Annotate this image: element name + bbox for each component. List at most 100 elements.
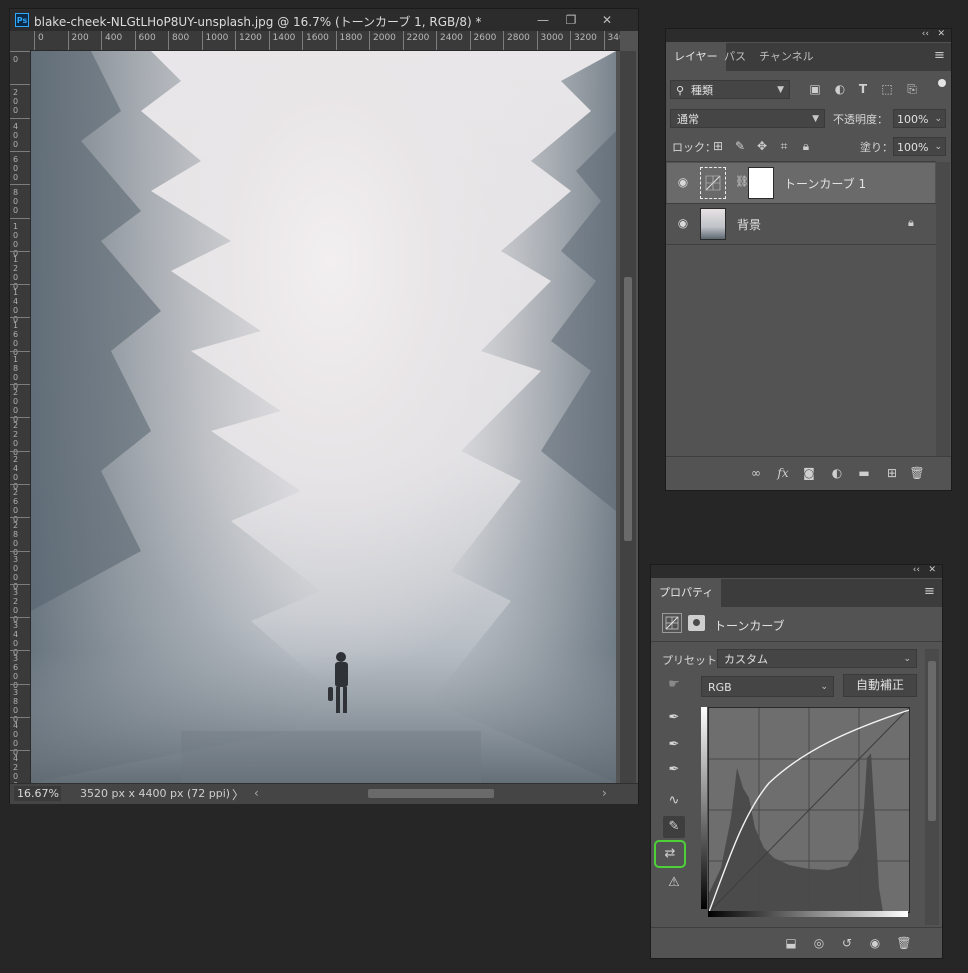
vertical-scrollbar[interactable] xyxy=(620,51,636,783)
status-menu-arrow[interactable]: 〉 xyxy=(232,786,244,803)
layers-panel-topbar[interactable]: ‹‹ ✕ xyxy=(666,29,951,42)
scroll-right-arrow[interactable]: › xyxy=(602,786,607,800)
ruler-corner[interactable] xyxy=(10,31,30,51)
gray-point-eyedropper-icon[interactable]: ✒ xyxy=(663,734,685,756)
pencil-draw-icon[interactable]: ✎ xyxy=(663,816,685,838)
auto-button[interactable]: 自動補正 xyxy=(843,674,917,697)
layer-row-background[interactable]: ◉ 背景 🔒︎ xyxy=(667,204,935,244)
ruler-label: 1800 xyxy=(339,33,363,43)
ruler-tick: 2200 xyxy=(402,31,429,50)
properties-scrollbar[interactable] xyxy=(925,649,939,925)
adjustment-filter-icon[interactable]: ◐ xyxy=(832,81,848,97)
clipping-warning-icon[interactable]: ⚠ xyxy=(663,872,685,894)
chain-link-icon[interactable]: ⛓ xyxy=(735,175,749,188)
ruler-tick: 1600 xyxy=(302,31,329,50)
horizontal-ruler[interactable]: 0 200 400 600 800 1000 1200 1400 1600 1800 2000 220… xyxy=(30,31,620,51)
ruler-label: 400 xyxy=(105,33,123,43)
mask-icon[interactable]: ◙ xyxy=(801,465,817,481)
ruler-tick: 3800 xyxy=(10,683,30,724)
ruler-tick: 2200 xyxy=(10,417,30,457)
shape-filter-icon[interactable]: ⬚ xyxy=(879,81,895,97)
document-titlebar[interactable]: Ps blake-cheek-NLGtLHoP8UY-unsplash.jpg … xyxy=(10,9,638,31)
curves-graph[interactable] xyxy=(708,707,910,913)
lock-all-icon[interactable]: 🔒︎ xyxy=(798,138,814,154)
ruler-label: 800 xyxy=(13,188,19,216)
ruler-tick: 2600 xyxy=(10,483,30,524)
tab-properties[interactable]: プロパティ xyxy=(651,579,722,607)
background-layer-thumbnail xyxy=(700,208,726,240)
blend-mode-select[interactable]: 通常 ▼ xyxy=(670,109,825,128)
smooth-curve-icon[interactable]: ⇄ xyxy=(654,840,686,868)
zoom-level-field[interactable]: 16.67% xyxy=(14,786,61,801)
ruler-tick: 0 xyxy=(10,51,30,85)
properties-footer: ⬓ ◎ ↺ ◉ 🗑︎ xyxy=(651,927,942,958)
layer-name[interactable]: トーンカーブ 1 xyxy=(784,175,866,192)
adjustment-icon[interactable]: ◐ xyxy=(829,465,845,481)
trash-icon[interactable]: 🗑︎ xyxy=(909,465,925,481)
horizontal-scrollbar[interactable]: ‹ › xyxy=(250,784,620,804)
lock-image-icon[interactable]: ✎ xyxy=(732,138,748,154)
tab-paths[interactable]: パス xyxy=(716,43,754,71)
preset-select[interactable]: カスタム ⌄ xyxy=(717,649,917,668)
channel-select[interactable]: RGB ⌄ xyxy=(701,676,834,697)
smartobject-filter-icon[interactable]: ⎘ xyxy=(904,81,920,97)
lock-artboard-icon[interactable]: ⌗ xyxy=(776,138,792,154)
link-icon[interactable]: ∞ xyxy=(748,465,764,481)
mask-icon[interactable] xyxy=(688,615,705,631)
restore-button[interactable]: ❐ xyxy=(560,12,582,28)
filter-toggle[interactable] xyxy=(938,79,946,87)
layers-scrollbar[interactable] xyxy=(936,162,950,456)
fx-icon[interactable]: fx xyxy=(775,465,791,481)
white-point-eyedropper-icon[interactable]: ✒ xyxy=(663,759,685,781)
minimize-button[interactable]: — xyxy=(532,12,554,28)
ruler-tick: 3200 xyxy=(10,583,30,624)
search-icon: ⚲ xyxy=(676,84,685,97)
black-point-eyedropper-icon[interactable]: ✒ xyxy=(663,707,685,729)
vertical-ruler[interactable]: 0 200 400 600 800 1000 1200 1400 1600 1800 2000 220… xyxy=(10,51,31,783)
type-filter-icon[interactable]: T xyxy=(855,81,871,97)
output-gradient-bar xyxy=(701,707,707,909)
ruler-label: 2400 xyxy=(440,33,463,43)
layer-row-curves[interactable]: ◉ ⛓ トーンカーブ 1 xyxy=(667,163,935,203)
scroll-left-arrow[interactable]: ‹ xyxy=(254,786,259,800)
fill-value: 100% xyxy=(897,141,929,154)
image-canvas[interactable] xyxy=(31,51,616,783)
opacity-field[interactable]: 100% ⌄ xyxy=(893,109,946,128)
layer-name[interactable]: 背景 xyxy=(737,216,761,233)
lock-transparent-icon[interactable]: ⊞ xyxy=(710,138,726,154)
horizontal-scroll-thumb[interactable] xyxy=(368,789,494,798)
ruler-tick: 1200 xyxy=(235,31,262,50)
folder-icon[interactable]: ▬ xyxy=(856,465,872,481)
image-filter-icon[interactable]: ▣ xyxy=(807,81,823,97)
curve-points-icon[interactable]: ∿ xyxy=(663,790,685,812)
properties-panel-topbar[interactable]: ‹‹ ✕ xyxy=(651,565,942,578)
tab-channels[interactable]: チャンネル xyxy=(751,43,822,71)
panel-menu-icon[interactable]: ≡ xyxy=(924,584,935,599)
layer-mask-thumbnail[interactable] xyxy=(748,167,774,199)
ruler-label: 4200 xyxy=(13,754,19,783)
close-icon[interactable]: ✕ xyxy=(937,29,945,39)
view-previous-icon[interactable]: ◎ xyxy=(811,935,827,951)
visibility-eye-icon[interactable]: ◉ xyxy=(675,216,691,232)
reset-icon[interactable]: ↺ xyxy=(839,935,855,951)
layer-filter-kind[interactable]: ⚲ 種類 ▼ xyxy=(670,80,790,99)
curves-adjustment-icon[interactable] xyxy=(662,613,682,633)
visibility-eye-icon[interactable]: ◉ xyxy=(675,175,691,191)
collapse-icon[interactable]: ‹‹ xyxy=(922,29,929,39)
lock-position-icon[interactable]: ✥ xyxy=(754,138,770,154)
document-title: blake-cheek-NLGtLHoP8UY-unsplash.jpg @ 1… xyxy=(34,15,482,29)
ruler-tick: 1200 xyxy=(10,250,30,291)
ruler-tick: 800 xyxy=(168,31,189,50)
fill-field[interactable]: 100% ⌄ xyxy=(893,137,946,156)
collapse-icon[interactable]: ‹‹ xyxy=(913,565,920,575)
target-adjust-hand-icon[interactable]: ☛ xyxy=(663,674,685,696)
close-icon[interactable]: ✕ xyxy=(928,565,936,575)
vertical-scroll-thumb[interactable] xyxy=(624,277,632,541)
close-button[interactable]: ✕ xyxy=(596,12,618,28)
trash-icon[interactable]: 🗑︎ xyxy=(896,935,912,951)
clip-to-layer-icon[interactable]: ⬓ xyxy=(783,935,799,951)
new-layer-icon[interactable]: ⊞ xyxy=(884,465,900,481)
properties-scroll-thumb[interactable] xyxy=(928,661,936,821)
panel-menu-icon[interactable]: ≡ xyxy=(934,48,945,63)
visibility-icon[interactable]: ◉ xyxy=(867,935,883,951)
